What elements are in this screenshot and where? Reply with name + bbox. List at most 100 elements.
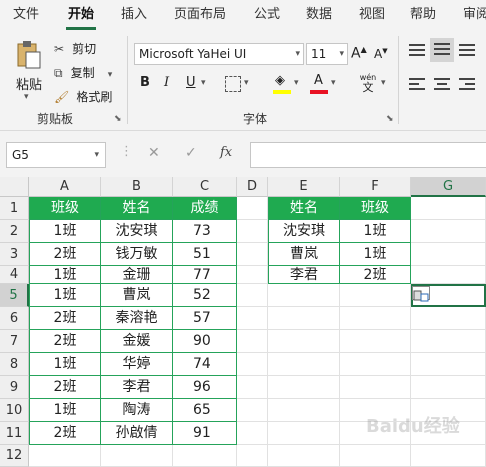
row-header-5[interactable]: 5 (0, 284, 29, 307)
table-cell[interactable]: 1班 (29, 399, 101, 422)
phonetic-button[interactable]: wén 文 (357, 73, 379, 95)
row-header-2[interactable]: 2 (0, 220, 29, 243)
table-cell[interactable]: 孙啟倩 (101, 422, 173, 445)
empty-cell[interactable] (411, 376, 486, 399)
empty-cell[interactable] (340, 307, 411, 330)
borders-icon[interactable] (225, 76, 241, 92)
tab-file[interactable]: 文件 (13, 0, 39, 30)
font-color-dropdown-icon[interactable]: ▾ (331, 78, 336, 88)
fx-icon[interactable]: fx (220, 145, 232, 160)
fill-dropdown-icon[interactable]: ▾ (294, 78, 299, 88)
tab-review[interactable]: 审阅 (463, 0, 486, 30)
table-cell[interactable]: 51 (173, 243, 237, 266)
table-cell[interactable]: 李君 (268, 266, 340, 284)
column-header-g[interactable]: G (411, 177, 486, 197)
table-cell[interactable]: 陶涛 (101, 399, 173, 422)
row-header-10[interactable]: 10 (0, 399, 29, 422)
table-cell[interactable]: 秦溶艳 (101, 307, 173, 330)
empty-cell[interactable] (340, 284, 411, 307)
table-cell[interactable]: 2班 (29, 422, 101, 445)
empty-cell[interactable] (237, 445, 268, 467)
font-size-select[interactable]: 11 ▾ (306, 43, 348, 65)
table-cell[interactable]: 1班 (340, 243, 411, 266)
empty-cell[interactable] (237, 266, 268, 284)
empty-cell[interactable] (268, 353, 340, 376)
table-cell[interactable]: 钱万敏 (101, 243, 173, 266)
empty-cell[interactable] (411, 307, 486, 330)
table-cell[interactable]: 曹岚 (101, 284, 173, 307)
empty-cell[interactable] (268, 422, 340, 445)
paste-dropdown-icon[interactable]: ▾ (24, 92, 29, 102)
table-header-cell[interactable]: 班级 (29, 197, 101, 220)
column-header-b[interactable]: B (101, 177, 173, 197)
tab-page-layout[interactable]: 页面布局 (174, 0, 226, 30)
empty-cell[interactable] (29, 445, 101, 467)
table-header-cell[interactable]: 姓名 (101, 197, 173, 220)
underline-dropdown-icon[interactable]: ▾ (201, 78, 206, 88)
table-cell[interactable]: 金媛 (101, 330, 173, 353)
table-header-cell[interactable]: 成绩 (173, 197, 237, 220)
column-header-c[interactable]: C (173, 177, 237, 197)
table-cell[interactable]: 2班 (29, 330, 101, 353)
empty-cell[interactable] (411, 445, 486, 467)
empty-cell[interactable] (411, 220, 486, 243)
row-header-1[interactable]: 1 (0, 197, 29, 220)
table-cell[interactable]: 91 (173, 422, 237, 445)
cancel-icon[interactable]: ✕ (148, 145, 160, 161)
grow-font-button[interactable]: A▲ (351, 45, 367, 62)
phonetic-dropdown-icon[interactable]: ▾ (381, 78, 386, 88)
row-header-7[interactable]: 7 (0, 330, 29, 353)
paste-button[interactable]: 粘贴 ▾ (8, 36, 48, 116)
empty-cell[interactable] (268, 399, 340, 422)
font-name-select[interactable]: Microsoft YaHei UI ▾ (134, 43, 304, 65)
empty-cell[interactable] (411, 197, 486, 220)
shrink-font-button[interactable]: A▼ (374, 47, 388, 61)
table-cell[interactable]: 52 (173, 284, 237, 307)
empty-cell[interactable] (237, 399, 268, 422)
column-header-e[interactable]: E (268, 177, 340, 197)
empty-cell[interactable] (173, 445, 237, 467)
row-header-8[interactable]: 8 (0, 353, 29, 376)
table-cell[interactable]: 65 (173, 399, 237, 422)
enter-icon[interactable]: ✓ (185, 145, 197, 161)
borders-dropdown-icon[interactable]: ▾ (244, 78, 249, 88)
align-center-icon[interactable] (434, 78, 450, 92)
tab-help[interactable]: 帮助 (410, 0, 436, 30)
column-header-d[interactable]: D (237, 177, 268, 197)
paste-options-icon[interactable] (412, 286, 430, 302)
formula-input[interactable] (250, 142, 486, 168)
column-header-f[interactable]: F (340, 177, 411, 197)
table-cell[interactable]: 沈安琪 (268, 220, 340, 243)
tab-home[interactable]: 开始 (68, 0, 94, 30)
empty-cell[interactable] (411, 243, 486, 266)
row-header-11[interactable]: 11 (0, 422, 29, 445)
fill-color-button[interactable]: ◈ (273, 73, 291, 95)
column-header-a[interactable]: A (29, 177, 101, 197)
bold-button[interactable]: B (140, 75, 150, 90)
row-header-12[interactable]: 12 (0, 445, 29, 467)
table-cell[interactable]: 73 (173, 220, 237, 243)
table-cell[interactable]: 90 (173, 330, 237, 353)
table-cell[interactable]: 77 (173, 266, 237, 284)
table-cell[interactable]: 2班 (29, 243, 101, 266)
empty-cell[interactable] (340, 330, 411, 353)
empty-cell[interactable] (268, 445, 340, 467)
empty-cell[interactable] (237, 353, 268, 376)
align-top-icon[interactable] (409, 44, 425, 58)
table-cell[interactable]: 96 (173, 376, 237, 399)
table-cell[interactable]: 李君 (101, 376, 173, 399)
align-middle-icon[interactable] (430, 38, 454, 62)
empty-cell[interactable] (411, 330, 486, 353)
table-header-cell[interactable]: 姓名 (268, 197, 340, 220)
table-cell[interactable]: 华婷 (101, 353, 173, 376)
empty-cell[interactable] (268, 284, 340, 307)
empty-cell[interactable] (237, 220, 268, 243)
row-header-6[interactable]: 6 (0, 307, 29, 330)
italic-button[interactable]: I (164, 75, 169, 90)
empty-cell[interactable] (340, 376, 411, 399)
table-header-cell[interactable]: 班级 (340, 197, 411, 220)
empty-cell[interactable] (411, 353, 486, 376)
empty-cell[interactable] (237, 284, 268, 307)
table-cell[interactable]: 2班 (29, 376, 101, 399)
align-right-icon[interactable] (459, 78, 475, 92)
